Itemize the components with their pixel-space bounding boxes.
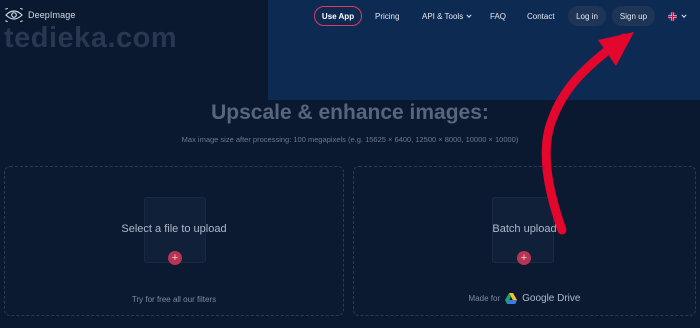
chevron-down-icon (466, 14, 472, 18)
batch-footer: Made for Google Drive (354, 293, 695, 304)
nav-pricing[interactable]: Pricing (375, 6, 399, 26)
add-batch-plus-icon[interactable]: + (517, 251, 531, 265)
select-footer-text: Try for free all our filters (131, 295, 217, 304)
page-title: Upscale & enhance images: (211, 101, 489, 124)
made-for-text: Made for (468, 294, 501, 303)
page-subtitle: Max image size after processing: 100 meg… (181, 135, 519, 144)
nav-contact[interactable]: Contact (527, 6, 555, 26)
signup-button[interactable]: Sign up (612, 6, 655, 26)
eye-logo-icon (5, 8, 23, 22)
batch-upload-label: Batch upload (492, 223, 557, 235)
page: DeepImage Use App Pricing API & Tools FA… (0, 0, 700, 328)
select-file-label: Select a file to upload (121, 223, 227, 235)
add-file-plus-icon[interactable]: + (168, 251, 182, 265)
logo[interactable]: DeepImage (5, 8, 75, 22)
chevron-down-icon (681, 14, 687, 18)
single-upload-dropzone[interactable]: Select a file to upload + Try for free a… (4, 166, 344, 316)
google-drive-icon (505, 293, 518, 304)
watermark-text: tediek​a.com (4, 22, 178, 54)
brand-name: DeepImage (28, 10, 76, 20)
language-selector[interactable] (668, 6, 687, 26)
login-button[interactable]: Log in (568, 6, 606, 26)
batch-upload-dropzone[interactable]: Batch upload + Made for Google Drive (353, 166, 696, 316)
nav-faq[interactable]: FAQ (490, 6, 506, 26)
use-app-button[interactable]: Use App (314, 6, 362, 26)
google-drive-text: Google Drive (522, 293, 581, 304)
nav-api-tools[interactable]: API & Tools (422, 6, 472, 26)
nav-api-tools-label: API & Tools (422, 11, 464, 21)
uk-flag-icon (668, 11, 677, 21)
